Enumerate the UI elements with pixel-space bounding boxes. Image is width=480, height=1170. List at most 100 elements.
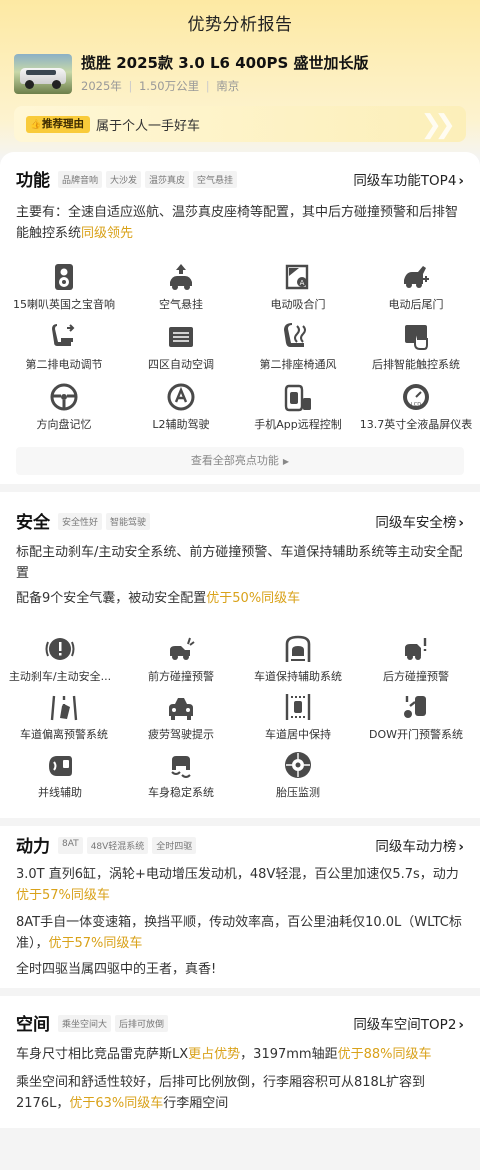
power-chip: 全时四驱 bbox=[152, 837, 197, 854]
feature-item[interactable]: 四区自动空调 bbox=[121, 322, 241, 372]
feature-label: 第二排电动调节 bbox=[25, 358, 103, 371]
space-desc-text: 车身尺寸相比竞品雷克萨斯LX bbox=[16, 1047, 189, 1062]
fatigue-icon bbox=[169, 698, 193, 720]
power-engine-description: 3.0T 直列6缸，涡轮+电动增压发动机，48V轻混，百公里加速仅5.7s，动力… bbox=[16, 864, 466, 906]
feature-label: 电动吸合门 bbox=[270, 298, 326, 311]
space-desc-highlight: 优于88%同级车 bbox=[337, 1047, 432, 1062]
car-year: 2025年 bbox=[81, 79, 122, 93]
safety-label: 车道保持辅助系统 bbox=[254, 670, 342, 683]
dow-icon bbox=[404, 696, 426, 718]
function-section: 功能 品牌音响 大沙发 温莎真皮 空气悬挂 同级车功能TOP4 › 主要有：全速自… bbox=[0, 152, 480, 484]
safety-label: DOW开门预警系统 bbox=[368, 728, 463, 741]
feature-item[interactable]: 15喇叭英国之宝音响 bbox=[4, 262, 124, 312]
safety-desc-highlight: 优于50%同级车 bbox=[206, 591, 301, 606]
lcd-cluster-icon: LCD bbox=[403, 384, 429, 410]
view-all-features-button[interactable]: 查看全部亮点功能 ▶ bbox=[16, 447, 464, 475]
car-header[interactable]: 揽胜 2025款 3.0 L6 400PS 盛世加长版 2025年 | 1.50… bbox=[14, 50, 466, 100]
feature-label: 第二排座椅通风 bbox=[259, 358, 337, 371]
function-chip: 大沙发 bbox=[106, 171, 142, 188]
rear-collision-icon bbox=[405, 638, 427, 660]
chevron-right-icon: › bbox=[458, 173, 464, 189]
power-chip: 48V轻混系统 bbox=[86, 837, 149, 854]
safety-chips: 安全性好 智能驾驶 bbox=[58, 513, 151, 530]
feature-item[interactable]: 方向盘记忆 bbox=[4, 382, 124, 432]
remote-app-icon bbox=[284, 384, 311, 412]
space-chip: 后排可放倒 bbox=[115, 1015, 169, 1032]
power-section: 动力 8AT 48V轻混系统 全时四驱 同级车动力榜 › 3.0T 直列6缸，涡轮… bbox=[0, 826, 480, 988]
safety-rank-link[interactable]: 同级车安全榜 › bbox=[375, 511, 464, 531]
recommend-tag: 👍推荐理由 bbox=[26, 116, 90, 133]
feature-item[interactable]: 手机App远程控制 bbox=[238, 382, 358, 432]
soft-close-door-icon: A bbox=[285, 264, 309, 290]
safety-item[interactable]: DOW开门预警系统 bbox=[356, 692, 476, 742]
feature-item[interactable]: 第二排电动调节 bbox=[4, 322, 124, 372]
safety-item[interactable]: 车道偏离预警系统 bbox=[4, 692, 124, 742]
space-size-description: 车身尺寸相比竞品雷克萨斯LX更占优势，3197mm轴距优于88%同级车 bbox=[16, 1044, 466, 1065]
safety-label: 车身稳定系统 bbox=[148, 786, 214, 799]
safety-description: 标配主动刹车/主动安全系统、前方碰撞预警、车道保持辅助系统等主动安全配置 bbox=[16, 545, 463, 581]
lane-departure-icon bbox=[50, 695, 78, 721]
recommend-reason-text: 属于个人一手好车 bbox=[96, 119, 201, 134]
safety-airbag-description: 配备9个安全气囊，被动安全配置优于50%同级车 bbox=[16, 588, 466, 609]
space-rank-label: 同级车空间TOP2 bbox=[353, 1017, 457, 1033]
safety-title: 安全 bbox=[16, 513, 50, 533]
feature-label: L2辅助驾驶 bbox=[152, 418, 210, 431]
safety-label: 后方碰撞预警 bbox=[383, 670, 449, 683]
safety-item[interactable]: 前方碰撞预警 bbox=[121, 634, 241, 684]
safety-item[interactable]: 胎压监测 bbox=[238, 750, 358, 800]
thumbs-up-icon: 👍 bbox=[30, 120, 42, 130]
power-rank-link[interactable]: 同级车动力榜 › bbox=[375, 835, 464, 855]
double-chevron-decoration-icon: ❯❯ bbox=[420, 110, 455, 140]
page-title: 优势分析报告 bbox=[187, 15, 293, 35]
safety-desc-text: 配备9个安全气囊，被动安全配置 bbox=[16, 591, 207, 606]
function-chip: 温莎真皮 bbox=[145, 171, 190, 188]
feature-label: 13.7英寸全液晶屏仪表 bbox=[359, 418, 473, 431]
function-chip: 空气悬挂 bbox=[193, 171, 238, 188]
safety-label: 主动刹车/主动安全... bbox=[8, 670, 112, 683]
chevron-right-icon: › bbox=[458, 515, 464, 531]
power-desc-highlight: 优于57%同级车 bbox=[48, 936, 143, 951]
feature-item[interactable]: L2辅助驾驶 bbox=[121, 382, 241, 432]
feature-item[interactable]: 后排智能触控系统 bbox=[356, 322, 476, 372]
feature-item[interactable]: LCD 13.7英寸全液晶屏仪表 bbox=[356, 382, 476, 432]
assisted-driving-icon bbox=[167, 383, 195, 411]
feature-label: 方向盘记忆 bbox=[36, 418, 92, 431]
car-thumbnail[interactable] bbox=[14, 54, 72, 94]
air-suspension-icon bbox=[170, 264, 192, 290]
function-rank-link[interactable]: 同级车功能TOP4 › bbox=[353, 169, 464, 189]
blind-spot-icon bbox=[49, 756, 72, 776]
feature-item[interactable]: 电动后尾门 bbox=[356, 262, 476, 312]
section-divider bbox=[0, 484, 480, 492]
chevron-right-icon: › bbox=[458, 1017, 464, 1033]
power-title: 动力 bbox=[16, 837, 50, 857]
speaker-icon bbox=[55, 264, 73, 290]
car-mileage: 1.50万公里 bbox=[138, 79, 200, 93]
feature-label: 电动后尾门 bbox=[388, 298, 444, 311]
feature-item[interactable]: A 电动吸合门 bbox=[238, 262, 358, 312]
safety-item[interactable]: 车身稳定系统 bbox=[121, 750, 241, 800]
safety-item[interactable]: 后方碰撞预警 bbox=[356, 634, 476, 684]
view-all-features-label: 查看全部亮点功能 bbox=[190, 454, 279, 467]
space-desc-highlight: 优于63%同级车 bbox=[69, 1096, 164, 1111]
feature-item[interactable]: 空气悬挂 bbox=[121, 262, 241, 312]
space-desc-highlight: 更占优势 bbox=[188, 1047, 241, 1062]
safety-chip: 安全性好 bbox=[58, 513, 103, 530]
space-rank-link[interactable]: 同级车空间TOP2 › bbox=[353, 1013, 464, 1033]
safety-item[interactable]: 疲劳驾驶提示 bbox=[121, 692, 241, 742]
feature-label: 四区自动空调 bbox=[148, 358, 214, 371]
space-section: 空间 乘坐空间大 后排可放倒 同级车空间TOP2 › 车身尺寸相比竞品雷克萨斯LX… bbox=[0, 996, 480, 1128]
feature-item[interactable]: 第二排座椅通风 bbox=[238, 322, 358, 372]
triangle-right-icon: ▶ bbox=[282, 457, 290, 466]
power-desc-text: 3.0T 直列6缸，涡轮+电动增压发动机，48V轻混，百公里加速仅5.7s，动力 bbox=[16, 867, 459, 882]
safety-item[interactable]: 车道保持辅助系统 bbox=[238, 634, 358, 684]
safety-item[interactable]: 主动刹车/主动安全... bbox=[0, 634, 120, 684]
power-tailgate-icon bbox=[404, 266, 429, 288]
tire-pressure-icon bbox=[285, 752, 311, 778]
seat-adjust-icon bbox=[52, 324, 75, 346]
safety-item[interactable]: 车道居中保持 bbox=[238, 692, 358, 742]
safety-section: 安全 安全性好 智能驾驶 同级车安全榜 › 标配主动刹车/主动安全系统、前方碰撞预… bbox=[0, 492, 480, 818]
space-desc-text: 行李厢空间 bbox=[163, 1096, 229, 1111]
power-transmission-description: 8AT手自一体变速箱，换挡平顺，传动效率高，百公里油耗仅10.0L（WLTC标准… bbox=[16, 912, 466, 954]
section-divider bbox=[0, 988, 480, 996]
safety-item[interactable]: 并线辅助 bbox=[0, 750, 120, 800]
